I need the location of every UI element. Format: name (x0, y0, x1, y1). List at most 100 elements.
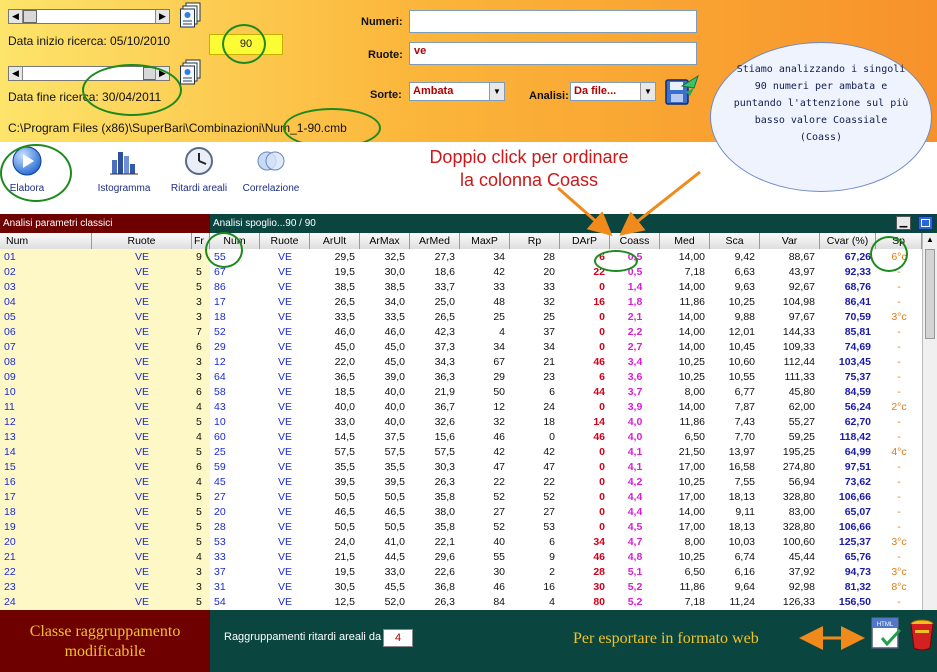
chevron-down-icon[interactable]: ▼ (489, 83, 504, 100)
table-cell: 118,42 (839, 431, 871, 443)
table-cell: 46 (593, 551, 605, 563)
bucket-icon[interactable] (908, 616, 936, 652)
table-cell: 10,45 (728, 341, 755, 353)
table-cell: 106,66 (838, 521, 871, 533)
table-row[interactable]: 17 VE 26,5 34,0 25,0 48 32 16 1,8 11,86 10,25 104,9… (210, 295, 922, 310)
table-row[interactable]: 08 VE 3 (0, 355, 210, 370)
table-row[interactable]: 33 VE 21,5 44,5 29,6 55 9 46 4,8 10,25 6,74 45,44 65… (210, 550, 922, 565)
column-header[interactable]: Var (760, 233, 820, 249)
table-row[interactable]: 22 VE 3 (0, 565, 210, 580)
table-row[interactable]: 14 VE 5 (0, 445, 210, 460)
ruote-field[interactable]: ve (409, 42, 697, 65)
column-header[interactable]: MaxP (460, 233, 510, 249)
table-row[interactable]: 24 VE 5 (0, 595, 210, 610)
column-header[interactable]: Cvar (%) (820, 233, 876, 249)
table-cell: 21,5 (334, 551, 355, 563)
table-row[interactable]: 45 VE 39,5 39,5 26,3 22 22 0 4,2 10,25 7,55 56,94 73… (210, 475, 922, 490)
table-row[interactable]: 10 VE 6 (0, 385, 210, 400)
table-row[interactable]: 18 VE 5 (0, 505, 210, 520)
table-row[interactable]: 27 VE 50,5 50,5 35,8 52 52 0 4,4 17,00 18,13 328,80… (210, 490, 922, 505)
table-cell: 0 (599, 401, 605, 413)
elabora-button[interactable]: Elabora (4, 146, 50, 194)
table-cell: 30,5 (334, 581, 355, 593)
table-row[interactable]: 17 VE 5 (0, 490, 210, 505)
chevron-down-icon[interactable]: ▼ (640, 83, 655, 100)
ritardi-areali-button[interactable]: Ritardi areali (166, 146, 232, 194)
table-cell: 14,00 (678, 506, 705, 518)
table-cell: 103,45 (838, 356, 871, 368)
slider-left-arrow-icon[interactable]: ◀ (9, 67, 23, 80)
scroll-up-icon[interactable]: ▲ (923, 233, 937, 247)
table-row[interactable]: 09 VE 3 (0, 370, 210, 385)
table-row[interactable]: 21 VE 4 (0, 550, 210, 565)
table-row[interactable]: 20 VE 5 (0, 535, 210, 550)
table-row[interactable]: 12 VE 22,0 45,0 34,3 67 21 46 3,4 10,25 10,60 112,4… (210, 355, 922, 370)
correlazione-button[interactable]: Correlazione (238, 146, 304, 194)
table-row[interactable]: 04 VE 3 (0, 295, 210, 310)
maximize-icon[interactable] (918, 216, 933, 230)
table-row[interactable]: 37 VE 19,5 33,0 22,6 30 2 28 5,1 6,50 6,16 37,92 94,… (210, 565, 922, 580)
table-row[interactable]: 64 VE 36,5 39,0 36,3 29 23 6 3,6 10,25 10,55 111,33… (210, 370, 922, 385)
slider-thumb[interactable] (23, 10, 37, 23)
minimize-icon[interactable]: ▁ (896, 216, 911, 230)
end-date-slider[interactable]: ◀ ▶ (8, 66, 170, 81)
table-row[interactable]: 10 VE 33,0 40,0 32,6 32 18 14 4,0 11,86 7,43 55,27 6… (210, 415, 922, 430)
column-header[interactable]: Num (0, 233, 92, 249)
column-header[interactable]: Num (210, 233, 260, 249)
table-row[interactable]: 15 VE 6 (0, 460, 210, 475)
vertical-scrollbar[interactable]: ▲ (922, 233, 937, 610)
table-row[interactable]: 16 VE 4 (0, 475, 210, 490)
html-export-icon[interactable]: HTML (870, 616, 904, 652)
table-row[interactable]: 18 VE 33,5 33,5 26,5 25 25 0 2,1 14,00 9,88 97,67 70… (210, 310, 922, 325)
document-stack-icon[interactable] (180, 59, 202, 85)
table-row[interactable]: 60 VE 14,5 37,5 15,6 46 0 46 4,0 6,50 7,70 59,25 118… (210, 430, 922, 445)
slider-right-arrow-icon[interactable]: ▶ (155, 10, 169, 23)
column-header[interactable]: Sp (876, 233, 922, 249)
table-row[interactable]: 06 VE 7 (0, 325, 210, 340)
table-cell: 4 (499, 326, 505, 338)
table-row[interactable]: 54 VE 12,5 52,0 26,3 84 4 80 5,2 7,18 11,24 126,33 1… (210, 595, 922, 610)
table-row[interactable]: 29 VE 45,0 45,0 37,3 34 34 0 2,7 14,00 10,45 109,33… (210, 340, 922, 355)
table-row[interactable]: 13 VE 4 (0, 430, 210, 445)
analisi-select[interactable]: Da file... ▼ (570, 82, 656, 101)
table-row[interactable]: 12 VE 5 (0, 415, 210, 430)
table-row[interactable]: 67 VE 19,5 30,0 18,6 42 20 22 0,5 7,18 6,63 43,97 92… (210, 265, 922, 280)
sorte-select[interactable]: Ambata ▼ (409, 82, 505, 101)
start-date-slider[interactable]: ◀ ▶ (8, 9, 170, 24)
table-row[interactable]: 20 VE 46,5 46,5 38,0 27 27 0 4,4 14,00 9,11 83,00 65… (210, 505, 922, 520)
table-cell: 10,03 (728, 536, 755, 548)
table-row[interactable]: 86 VE 38,5 38,5 33,7 33 33 0 1,4 14,00 9,63 92,67 68… (210, 280, 922, 295)
table-row[interactable]: 11 VE 4 (0, 400, 210, 415)
table-row[interactable]: 52 VE 46,0 46,0 42,3 4 37 0 2,2 14,00 12,01 144,33 8… (210, 325, 922, 340)
table-row[interactable]: 07 VE 6 (0, 340, 210, 355)
slider-right-arrow-icon[interactable]: ▶ (155, 67, 169, 80)
column-header[interactable]: ArMax (360, 233, 410, 249)
table-row[interactable]: 43 VE 40,0 40,0 36,7 12 24 0 3,9 14,00 7,87 62,00 56… (210, 400, 922, 415)
document-stack-icon[interactable] (180, 2, 202, 28)
table-row[interactable]: 03 VE 5 (0, 280, 210, 295)
table-row[interactable]: 01 VE 9 (0, 250, 210, 265)
group-input[interactable]: 4 (383, 629, 413, 647)
istogramma-button[interactable]: Istogramma (92, 146, 156, 194)
table-row[interactable]: 58 VE 18,5 40,0 21,9 50 6 44 3,7 8,00 6,77 45,80 84,… (210, 385, 922, 400)
save-export-icon[interactable] (664, 72, 700, 108)
column-header[interactable]: ArUlt (310, 233, 360, 249)
table-cell: 29 (493, 371, 505, 383)
table-row[interactable]: 28 VE 50,5 50,5 35,8 52 53 0 4,5 17,00 18,13 328,80… (210, 520, 922, 535)
table-row[interactable]: 19 VE 5 (0, 520, 210, 535)
table-row[interactable]: 31 VE 30,5 45,5 36,8 46 16 30 5,2 11,86 9,64 92,98 8… (210, 580, 922, 595)
table-row[interactable]: 23 VE 3 (0, 580, 210, 595)
column-header[interactable]: Ruote (260, 233, 310, 249)
table-row[interactable]: 59 VE 35,5 35,5 30,3 47 47 0 4,1 17,00 16,58 274,80… (210, 460, 922, 475)
scrollbar-thumb[interactable] (925, 249, 935, 339)
numeri-field[interactable] (409, 10, 697, 33)
table-row[interactable]: 53 VE 24,0 41,0 22,1 40 6 34 4,7 8,00 10,03 100,60 1… (210, 535, 922, 550)
slider-left-arrow-icon[interactable]: ◀ (9, 10, 23, 23)
column-header[interactable]: ArMed (410, 233, 460, 249)
column-header[interactable]: Fr (192, 233, 210, 249)
table-row[interactable]: 25 VE 57,5 57,5 57,5 42 42 0 4,1 21,50 13,97 195,25… (210, 445, 922, 460)
table-row[interactable]: 05 VE 3 (0, 310, 210, 325)
istogramma-label: Istogramma (97, 183, 151, 194)
table-row[interactable]: 02 VE 5 (0, 265, 210, 280)
column-header[interactable]: Ruote (92, 233, 192, 249)
